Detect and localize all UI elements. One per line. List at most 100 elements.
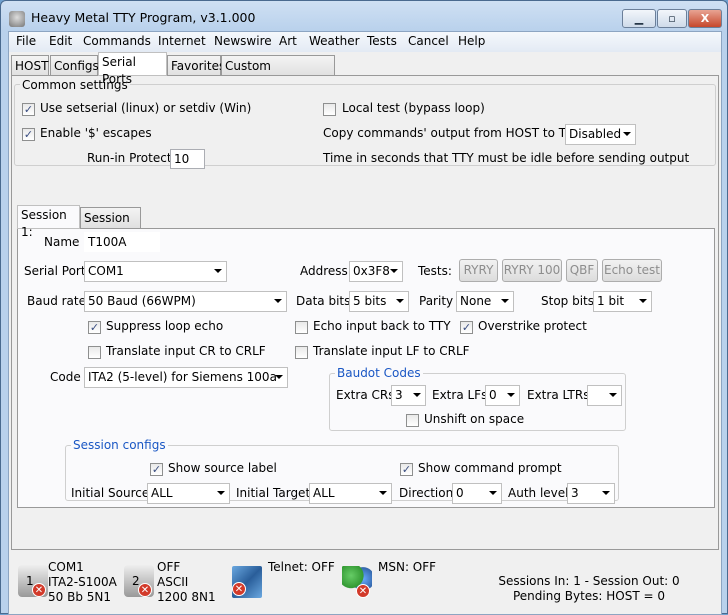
chevron-down-icon bbox=[507, 393, 515, 397]
show-prompt-checkbox[interactable]: ✓ bbox=[400, 463, 413, 476]
tab-favorites[interactable]: Favorites bbox=[167, 55, 225, 76]
menu-cancel[interactable]: Cancel bbox=[408, 34, 449, 48]
menu-newswire[interactable]: Newswire bbox=[214, 34, 272, 48]
qbf-button[interactable]: QBF bbox=[566, 259, 598, 282]
menu-edit[interactable]: Edit bbox=[49, 34, 72, 48]
ryry-button[interactable]: RYRY bbox=[459, 259, 498, 282]
minimize-button[interactable]: ▁ bbox=[622, 9, 656, 28]
port-2-line: 1200 8N1 bbox=[157, 590, 216, 604]
overstrike-label: Overstrike protect bbox=[478, 319, 587, 333]
chevron-down-icon bbox=[275, 375, 283, 379]
menu-file[interactable]: File bbox=[16, 34, 36, 48]
code-select[interactable]: ITA2 (5-level) for Siemens 100a bbox=[84, 367, 288, 388]
maximize-button[interactable]: ▫ bbox=[657, 9, 687, 28]
local-test-label: Local test (bypass loop) bbox=[342, 101, 485, 115]
extra-crs-label: Extra CRs bbox=[336, 388, 395, 402]
cr-crlf-checkbox[interactable] bbox=[88, 346, 101, 359]
tab-configs[interactable]: Configs bbox=[50, 55, 99, 76]
extra-ltrs-select[interactable] bbox=[587, 385, 622, 406]
app-logo-icon bbox=[9, 11, 25, 27]
suppress-echo-checkbox[interactable]: ✓ bbox=[88, 321, 101, 334]
tab-serial-ports[interactable]: Serial Ports bbox=[98, 52, 167, 86]
address-select[interactable]: 0x3F8 bbox=[349, 261, 403, 282]
chevron-down-icon bbox=[413, 393, 421, 397]
parity-label: Parity bbox=[419, 294, 454, 308]
direction-select[interactable]: 0 bbox=[452, 483, 502, 504]
chevron-down-icon bbox=[274, 299, 282, 303]
extra-crs-select[interactable]: 3 bbox=[391, 385, 426, 406]
chevron-down-icon bbox=[214, 269, 222, 273]
serial-port-value: COM1 bbox=[88, 264, 124, 278]
lf-crlf-checkbox[interactable] bbox=[295, 346, 308, 359]
extra-ltrs-label: Extra LTRs bbox=[527, 388, 590, 402]
chevron-down-icon bbox=[639, 299, 647, 303]
code-value: ITA2 (5-level) for Siemens 100a bbox=[88, 370, 277, 384]
runin-input[interactable]: 10 bbox=[170, 149, 205, 169]
initial-source-select[interactable]: ALL bbox=[147, 483, 230, 504]
port-1-line: COM1 bbox=[48, 560, 84, 574]
chevron-down-icon bbox=[623, 132, 631, 136]
tab-session-2[interactable]: Session 2: bbox=[80, 207, 141, 245]
copy-output-label: Copy commands' output from HOST to TTY bbox=[323, 126, 581, 140]
echo-back-label: Echo input back to TTY bbox=[313, 319, 451, 333]
copy-output-select[interactable]: Disabled bbox=[565, 124, 636, 145]
copy-output-value: Disabled bbox=[569, 127, 622, 141]
data-bits-select[interactable]: 5 bits bbox=[349, 291, 409, 312]
auth-level-label: Auth level bbox=[508, 486, 569, 500]
menu-tests[interactable]: Tests bbox=[367, 34, 397, 48]
port-1-line: 50 Bb 5N1 bbox=[48, 590, 111, 604]
tab-host[interactable]: HOST bbox=[11, 55, 49, 76]
enable-escapes-checkbox[interactable]: ✓ bbox=[22, 128, 35, 141]
extra-lfs-label: Extra LFs bbox=[432, 388, 488, 402]
unshift-checkbox[interactable] bbox=[406, 414, 419, 427]
chevron-down-icon bbox=[489, 491, 497, 495]
ryry-100-button[interactable]: RYRY 100 bbox=[502, 259, 562, 282]
menu-art[interactable]: Art bbox=[279, 34, 297, 48]
name-label: Name bbox=[44, 235, 80, 249]
network-icon: ✕ bbox=[232, 566, 262, 598]
auth-level-select[interactable]: 3 bbox=[567, 483, 615, 504]
tests-label: Tests: bbox=[418, 264, 452, 278]
tab-custom-commands[interactable]: Custom Commands bbox=[221, 55, 335, 93]
chevron-down-icon bbox=[609, 393, 617, 397]
port-2-line: ASCII bbox=[157, 575, 189, 589]
baud-rate-label: Baud rate bbox=[27, 294, 86, 308]
code-label: Code bbox=[50, 370, 81, 384]
stop-bits-select[interactable]: 1 bit bbox=[593, 291, 652, 312]
initial-target-select[interactable]: ALL bbox=[309, 483, 392, 504]
menu-internet[interactable]: Internet bbox=[158, 34, 206, 48]
parity-select[interactable]: None bbox=[456, 291, 514, 312]
menu-commands[interactable]: Commands bbox=[83, 34, 151, 48]
serial-ports-panel: Common settings ✓ Use setserial (linux) … bbox=[11, 75, 719, 550]
show-source-label: Show source label bbox=[168, 461, 277, 475]
initial-target-label: Initial Target bbox=[236, 486, 311, 500]
echo-back-checkbox[interactable] bbox=[295, 321, 308, 334]
address-label: Address bbox=[300, 264, 348, 278]
extra-crs-value: 3 bbox=[395, 388, 403, 402]
use-setserial-checkbox[interactable]: ✓ bbox=[22, 103, 35, 116]
enable-escapes-label: Enable '$' escapes bbox=[40, 126, 152, 140]
baud-rate-value: 50 Baud (66WPM) bbox=[88, 294, 196, 308]
extra-lfs-select[interactable]: 0 bbox=[485, 385, 520, 406]
direction-value: 0 bbox=[456, 486, 464, 500]
menu-weather[interactable]: Weather bbox=[309, 34, 360, 48]
auth-level-value: 3 bbox=[571, 486, 579, 500]
initial-source-value: ALL bbox=[151, 486, 173, 500]
close-button[interactable]: X bbox=[688, 9, 722, 28]
name-input[interactable]: T100A bbox=[84, 232, 160, 252]
menu-help[interactable]: Help bbox=[458, 34, 485, 48]
echo-test-button[interactable]: Echo test bbox=[602, 259, 662, 282]
local-test-checkbox[interactable] bbox=[323, 103, 336, 116]
initial-target-value: ALL bbox=[313, 486, 335, 500]
menu-bar: File Edit Commands Internet Newswire Art… bbox=[9, 32, 721, 52]
chevron-down-icon bbox=[602, 491, 610, 495]
session-configs-title: Session configs bbox=[71, 438, 168, 452]
serial-port-label: Serial Port bbox=[24, 264, 86, 278]
baud-rate-select[interactable]: 50 Baud (66WPM) bbox=[84, 291, 287, 312]
port-1-status: COM1 ITA2-S100A 50 Bb 5N1 bbox=[48, 560, 117, 605]
show-source-checkbox[interactable]: ✓ bbox=[150, 463, 163, 476]
window-title: Heavy Metal TTY Program, v3.1.000 bbox=[31, 10, 256, 25]
tab-session-1[interactable]: Session 1: bbox=[17, 205, 80, 239]
serial-port-select[interactable]: COM1 bbox=[84, 261, 227, 282]
overstrike-checkbox[interactable]: ✓ bbox=[460, 321, 473, 334]
